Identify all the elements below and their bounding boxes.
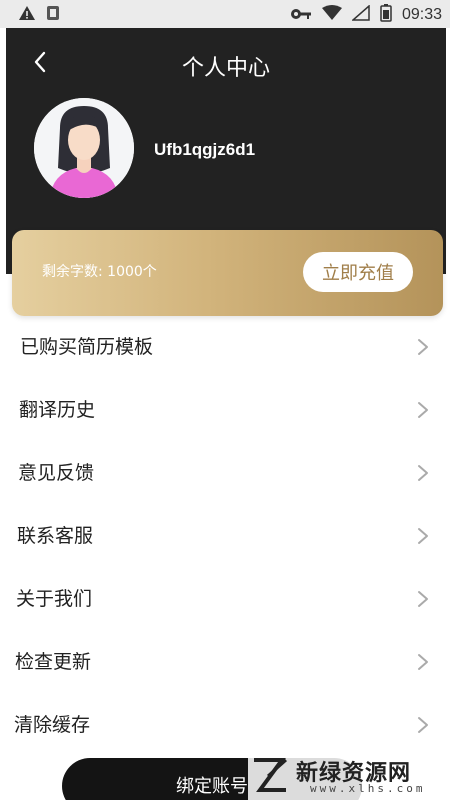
watermark-subtitle: www.xlhs.com [310, 782, 426, 795]
menu-item-label: 清除缓存 [14, 714, 91, 736]
notification-icon [46, 5, 60, 25]
chevron-right-icon [418, 717, 428, 733]
signal-icon [350, 4, 370, 25]
watermark: 新绿资源网 www.xlhs.com [248, 752, 426, 800]
menu-item-translation-history[interactable]: 翻译历史 [0, 379, 450, 442]
status-bar-time: 09:33 [401, 6, 442, 23]
chevron-right-icon [418, 339, 428, 355]
status-bar: 09:33 [0, 0, 450, 28]
menu-item-feedback[interactable]: 意见反馈 [0, 442, 450, 505]
site-logo-icon [254, 758, 287, 792]
menu-item-label: 关于我们 [16, 588, 93, 610]
menu-item-clear-cache[interactable]: 清除缓存 [0, 694, 450, 757]
balance-card: 剩余字数: 1000个 立即充值 [12, 230, 443, 316]
remaining-words-label: 剩余字数: 1000个 [42, 264, 157, 280]
menu-item-check-update[interactable]: 检查更新 [0, 631, 450, 694]
menu-item-label: 翻译历史 [19, 399, 96, 421]
menu-item-label: 意见反馈 [18, 462, 95, 484]
female-avatar-icon [34, 98, 134, 198]
chevron-right-icon [418, 402, 428, 418]
wifi-icon [321, 5, 342, 25]
menu-item-purchased-templates[interactable]: 已购买简历模板 [0, 316, 450, 379]
battery-icon [380, 4, 392, 26]
status-bar-right: 09:33 [290, 4, 442, 26]
recharge-button[interactable]: 立即充值 [303, 252, 413, 292]
username: Ufb1qgjz6d1 [154, 140, 256, 159]
chevron-right-icon [418, 591, 428, 607]
menu-list: 已购买简历模板 翻译历史 意见反馈 联系客服 关于我们 检查更新 清除缓存 [0, 316, 450, 757]
warning-icon [18, 5, 36, 25]
menu-item-label: 已购买简历模板 [20, 336, 154, 358]
chevron-right-icon [418, 465, 428, 481]
status-bar-left [18, 5, 60, 25]
chevron-right-icon [418, 654, 428, 670]
key-icon [290, 6, 312, 25]
avatar[interactable] [34, 98, 134, 198]
chevron-right-icon [418, 528, 428, 544]
menu-item-label: 检查更新 [15, 651, 92, 673]
menu-item-label: 联系客服 [17, 525, 94, 547]
page-title: 个人中心 [181, 56, 270, 81]
menu-item-about-us[interactable]: 关于我们 [0, 568, 450, 631]
menu-item-customer-service[interactable]: 联系客服 [0, 505, 450, 568]
